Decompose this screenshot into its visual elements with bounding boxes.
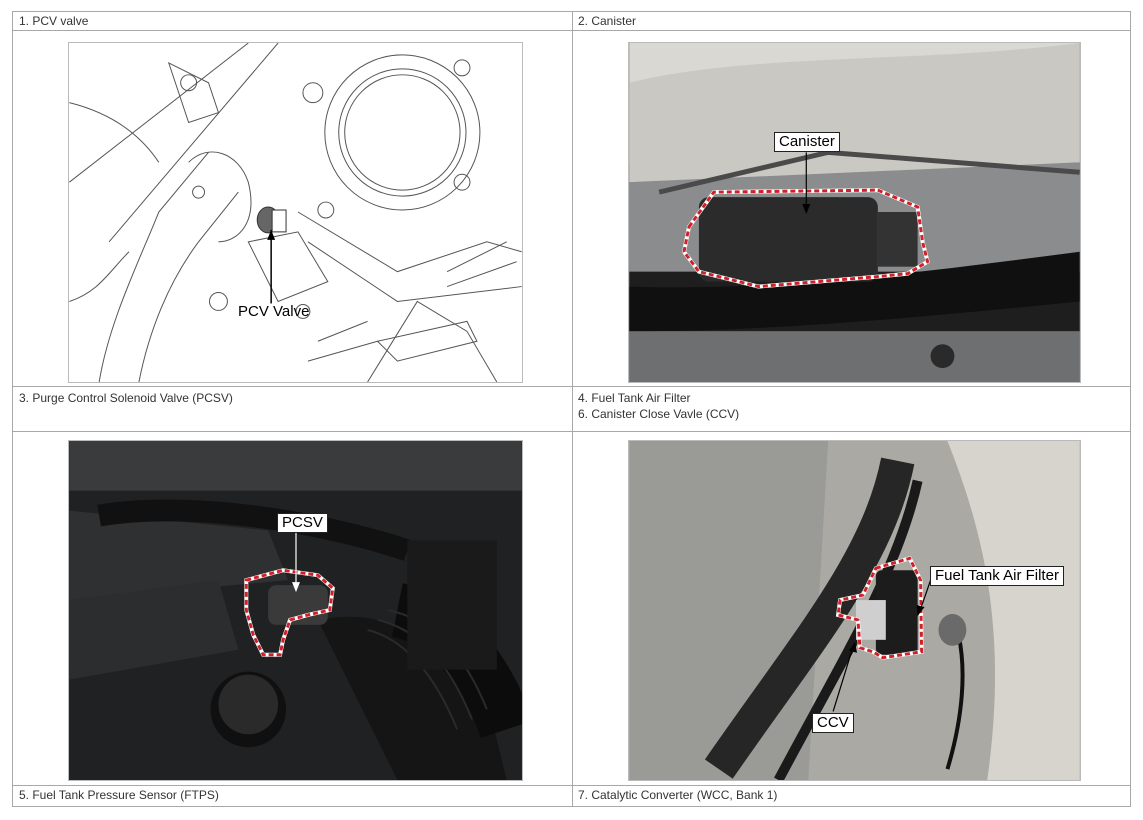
canister-photo-art xyxy=(629,43,1080,382)
column-divider xyxy=(572,12,573,806)
underbody-art xyxy=(629,441,1080,780)
pcv-valve-label: PCV Valve xyxy=(238,303,310,320)
caption-pcsv: 3. Purge Control Solenoid Valve (PCSV) xyxy=(19,391,233,405)
canister-label: Canister xyxy=(774,132,840,152)
row-divider xyxy=(13,431,1130,432)
row-divider xyxy=(13,30,1130,31)
pcv-valve-diagram: PCV Valve xyxy=(68,42,523,383)
pcsv-label: PCSV xyxy=(277,513,328,533)
caption-canister: 2. Canister xyxy=(578,14,637,28)
caption-catalytic-converter: 7. Catalytic Converter (WCC, Bank 1) xyxy=(578,788,778,802)
fuel-tank-air-filter-label: Fuel Tank Air Filter xyxy=(930,566,1064,586)
engine-bay-art xyxy=(69,441,522,780)
pcsv-photo: PCSV xyxy=(68,440,523,781)
caption-ftps: 5. Fuel Tank Pressure Sensor (FTPS) xyxy=(19,788,219,802)
row-divider xyxy=(13,386,1130,387)
fuel-tank-air-filter-photo: Fuel Tank Air Filter CCV xyxy=(628,440,1081,781)
caption-ccv: 6. Canister Close Vavle (CCV) xyxy=(578,407,740,421)
components-table: 1. PCV valve 2. Canister 3. Purge Contro… xyxy=(12,11,1131,807)
row-divider xyxy=(13,785,1130,786)
ccv-label: CCV xyxy=(812,713,854,733)
pcv-line-drawing xyxy=(69,43,522,382)
caption-fuel-tank-air-filter: 4. Fuel Tank Air Filter xyxy=(578,391,691,405)
canister-photo: Canister xyxy=(628,42,1081,383)
caption-pcv-valve: 1. PCV valve xyxy=(19,14,89,28)
